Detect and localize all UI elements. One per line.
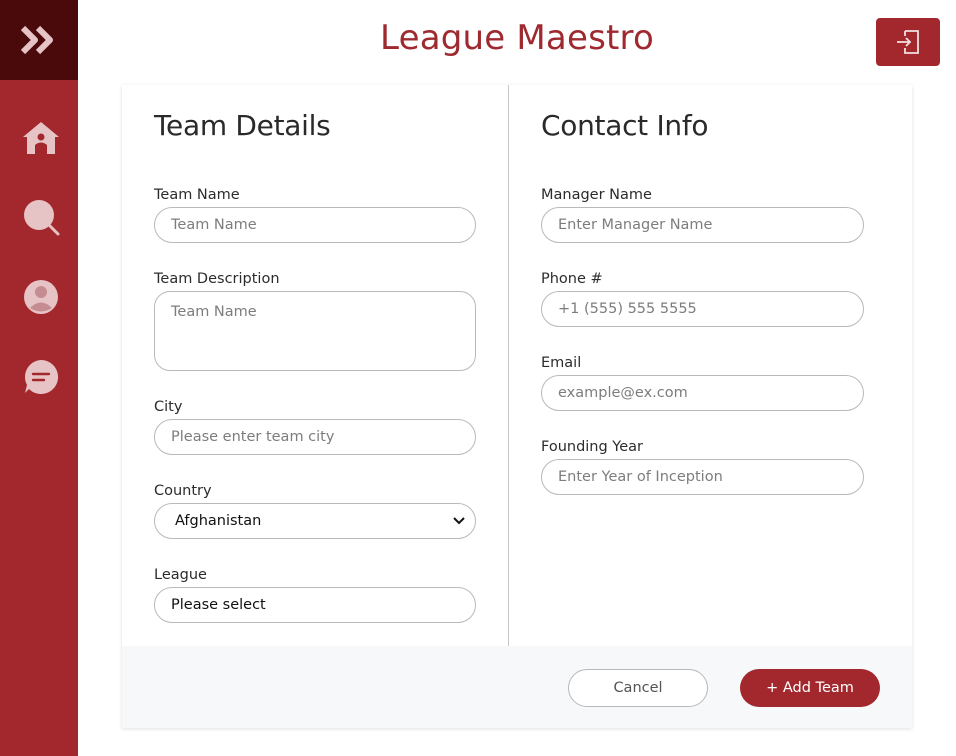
app-title: League Maestro: [380, 18, 654, 58]
sidebar: [0, 0, 78, 756]
team-details-title: Team Details: [154, 109, 331, 142]
column-divider: [508, 85, 509, 646]
founding-year-input[interactable]: [541, 459, 864, 495]
team-name-label: Team Name: [154, 187, 240, 203]
email-label: Email: [541, 355, 582, 371]
expand-sidebar-button[interactable]: [0, 0, 78, 80]
contact-info-title: Contact Info: [541, 109, 709, 142]
home-icon: [23, 122, 59, 154]
phone-label: Phone #: [541, 271, 603, 287]
sidebar-item-profile[interactable]: [22, 278, 60, 316]
add-team-form: Team Details Team Name Team Description …: [122, 85, 912, 728]
city-input[interactable]: [154, 419, 476, 455]
chevron-down-icon: [453, 517, 465, 525]
manager-name-label: Manager Name: [541, 187, 652, 203]
manager-name-input[interactable]: [541, 207, 864, 243]
form-footer: Cancel + Add Team: [122, 646, 912, 728]
founding-year-label: Founding Year: [541, 439, 644, 455]
chat-icon: [24, 359, 59, 394]
team-description-textarea[interactable]: [154, 291, 476, 371]
team-name-input[interactable]: [154, 207, 476, 243]
league-select[interactable]: Please select: [154, 587, 476, 623]
league-label: League: [154, 567, 207, 583]
sidebar-item-search[interactable]: [22, 198, 60, 236]
cancel-button[interactable]: Cancel: [568, 669, 708, 707]
logout-icon: [897, 30, 919, 54]
sidebar-item-home[interactable]: [22, 118, 60, 156]
search-icon: [24, 200, 60, 236]
add-team-button[interactable]: + Add Team: [740, 669, 880, 707]
email-input[interactable]: [541, 375, 864, 411]
city-label: City: [154, 399, 183, 415]
league-selected-value: Please select: [171, 597, 266, 613]
team-description-label: Team Description: [154, 271, 280, 287]
logout-button[interactable]: [876, 18, 940, 66]
phone-input[interactable]: [541, 291, 864, 327]
user-icon: [24, 280, 58, 314]
sidebar-item-messages[interactable]: [22, 358, 60, 396]
country-selected-value: Afghanistan: [175, 513, 262, 529]
double-chevron-right-icon: [20, 25, 53, 55]
country-label: Country: [154, 483, 212, 499]
country-select[interactable]: Afghanistan: [154, 503, 476, 539]
